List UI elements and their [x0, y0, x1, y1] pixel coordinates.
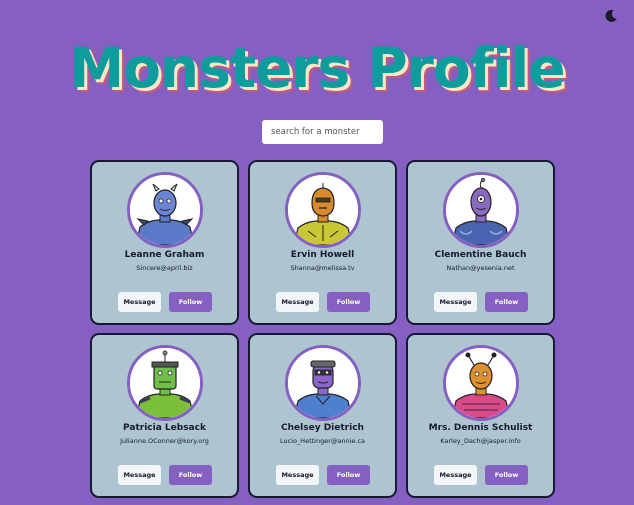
monster-avatar-image: [130, 348, 200, 418]
theme-toggle-button[interactable]: [604, 9, 618, 23]
monster-card: Clementine Bauch Nathan@yesenia.net Mess…: [406, 160, 555, 325]
monster-avatar: [285, 345, 361, 421]
monster-email: Sincere@april.biz: [136, 264, 193, 272]
message-button[interactable]: Message: [434, 292, 477, 312]
monster-card: Chelsey Dietrich Lucio_Hettinger@annie.c…: [248, 333, 397, 498]
search-input[interactable]: [262, 120, 383, 144]
message-button[interactable]: Message: [118, 292, 161, 312]
monster-card: Patricia Lebsack Julianne.OConner@kory.o…: [90, 333, 239, 498]
page-title: Monsters Profile: [69, 36, 565, 100]
monster-avatar: [127, 172, 203, 248]
monster-email: Julianne.OConner@kory.org: [120, 437, 209, 445]
monster-email: Nathan@yesenia.net: [446, 264, 515, 272]
monster-avatar: [285, 172, 361, 248]
message-button[interactable]: Message: [276, 465, 319, 485]
monster-avatar: [127, 345, 203, 421]
moon-icon: [605, 9, 617, 22]
monster-email: Shanna@melissa.tv: [290, 264, 355, 272]
monster-card: Leanne Graham Sincere@april.biz Message …: [90, 160, 239, 325]
follow-button[interactable]: Follow: [169, 465, 212, 485]
monster-grid: Leanne Graham Sincere@april.biz Message …: [90, 160, 556, 505]
monster-avatar: [443, 345, 519, 421]
monster-name: Mrs. Dennis Schulist: [428, 423, 533, 433]
monster-email: Lucio_Hettinger@annie.ca: [279, 437, 366, 445]
monster-avatar-image: [288, 348, 358, 418]
monster-avatar-image: [446, 175, 516, 245]
monster-name: Chelsey Dietrich: [281, 423, 364, 433]
monster-email: Karley_Dach@jasper.info: [440, 437, 521, 445]
follow-button[interactable]: Follow: [169, 292, 212, 312]
monster-card: Ervin Howell Shanna@melissa.tv Message F…: [248, 160, 397, 325]
monster-name: Patricia Lebsack: [123, 423, 206, 433]
follow-button[interactable]: Follow: [327, 292, 370, 312]
monster-name: Leanne Graham: [124, 250, 205, 260]
monster-avatar-image: [130, 175, 200, 245]
monster-avatar: [443, 172, 519, 248]
monster-avatar-image: [288, 175, 358, 245]
follow-button[interactable]: Follow: [485, 292, 528, 312]
monster-name: Clementine Bauch: [434, 250, 527, 260]
monster-avatar-image: [446, 348, 516, 418]
follow-button[interactable]: Follow: [327, 465, 370, 485]
monster-card: Mrs. Dennis Schulist Karley_Dach@jasper.…: [406, 333, 555, 498]
follow-button[interactable]: Follow: [485, 465, 528, 485]
message-button[interactable]: Message: [276, 292, 319, 312]
message-button[interactable]: Message: [118, 465, 161, 485]
message-button[interactable]: Message: [434, 465, 477, 485]
monster-name: Ervin Howell: [290, 250, 355, 260]
